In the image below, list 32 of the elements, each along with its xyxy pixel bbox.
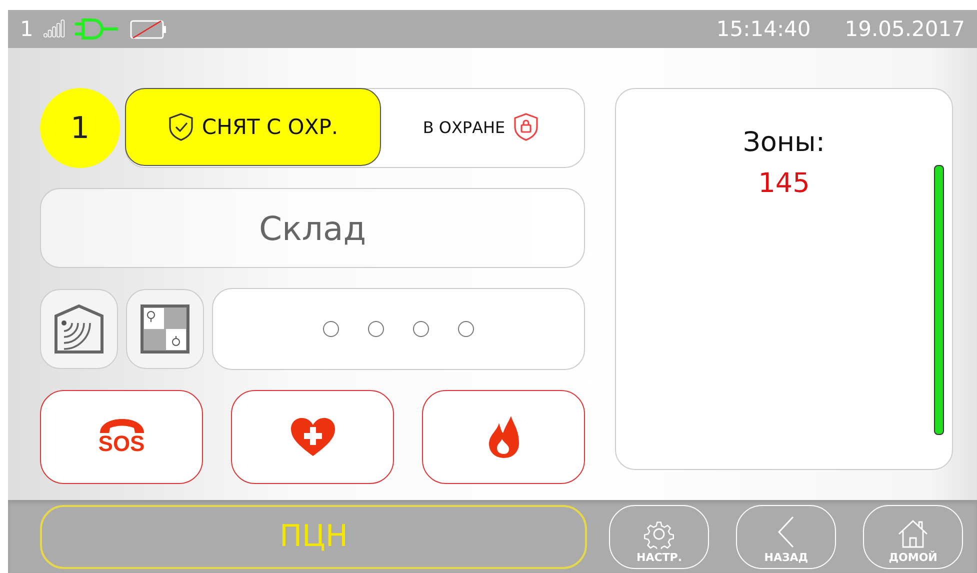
sim-number: 1 xyxy=(20,17,34,41)
settings-icon xyxy=(644,518,674,548)
home-button[interactable]: ДОМОЙ xyxy=(863,504,963,568)
back-button[interactable]: НАЗАД xyxy=(736,504,836,568)
sos-button[interactable]: SOS xyxy=(40,390,203,484)
pcn-button[interactable]: ПЦН xyxy=(40,504,588,568)
partition-number: 1 xyxy=(40,88,120,168)
fire-button[interactable] xyxy=(422,390,585,484)
shield-check-icon xyxy=(168,112,194,142)
object-name: Склад xyxy=(40,188,585,268)
heart-cross-icon xyxy=(290,417,336,457)
back-icon xyxy=(776,514,796,548)
medical-button[interactable] xyxy=(231,390,394,484)
flame-icon xyxy=(486,415,520,459)
house-signal-button[interactable] xyxy=(40,289,118,369)
settings-button[interactable]: НАСТР. xyxy=(609,504,710,568)
arm-button[interactable]: В ОХРАНЕ xyxy=(379,88,583,166)
relay-switch-button[interactable] xyxy=(126,289,204,369)
sos-label: SOS xyxy=(98,433,145,455)
disarm-button[interactable]: СНЯТ С ОХР. xyxy=(125,88,381,166)
signal-icon xyxy=(43,19,66,39)
plug-icon xyxy=(75,18,120,40)
date: 19.05.2017 xyxy=(844,17,965,41)
scrollbar[interactable] xyxy=(934,165,944,435)
home-icon xyxy=(897,518,930,548)
phone-icon xyxy=(98,419,144,433)
zones-title: Зоны: xyxy=(743,127,825,158)
house-signal-icon xyxy=(53,304,105,354)
clock-time: 15:14:40 xyxy=(716,17,811,41)
zones-count: 145 xyxy=(758,168,810,199)
relay-switch-icon xyxy=(140,304,190,354)
shield-lock-icon xyxy=(513,112,540,142)
